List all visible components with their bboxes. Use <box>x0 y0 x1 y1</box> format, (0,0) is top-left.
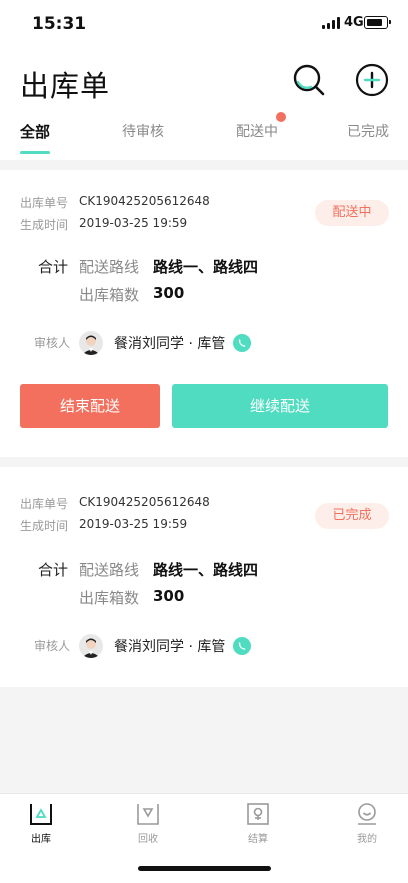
tab-delivering[interactable]: 配送中 <box>236 121 278 141</box>
order-card[interactable]: 出库单号 CK190425205612648 生成时间 2019-03-25 1… <box>0 170 408 457</box>
total-label: 合计 <box>38 561 69 579</box>
created-time: 2019-03-25 19:59 <box>79 517 188 531</box>
phone-icon[interactable] <box>233 334 251 352</box>
tabbar-label: 回收 <box>138 834 158 845</box>
tabbar-label: 出库 <box>31 834 51 845</box>
route-label: 配送路线 <box>79 258 140 276</box>
order-no: CK190425205612648 <box>79 495 210 509</box>
boxes-value: 300 <box>153 587 185 605</box>
order-card[interactable]: 出库单号 CK190425205612648 生成时间 2019-03-25 1… <box>0 467 408 687</box>
tab-completed[interactable]: 已完成 <box>347 121 389 141</box>
search-button[interactable] <box>292 63 326 97</box>
page-title: 出库单 <box>20 69 111 103</box>
order-no-label: 出库单号 <box>20 497 69 511</box>
tabbar-item-outbound[interactable]: 出库 <box>11 802 71 845</box>
order-no-label: 出库单号 <box>20 196 69 210</box>
route-label: 配送路线 <box>79 561 140 579</box>
route-value: 路线一、路线四 <box>153 561 259 579</box>
boxes-label: 出库箱数 <box>79 589 140 607</box>
outbound-icon <box>30 804 52 825</box>
tab-all[interactable]: 全部 <box>20 121 50 142</box>
settlement-icon <box>247 803 269 825</box>
tabbar-item-settlement[interactable]: 结算 <box>228 802 288 845</box>
notification-dot <box>276 112 286 122</box>
phone-icon[interactable] <box>233 637 251 655</box>
end-delivery-button[interactable]: 结束配送 <box>20 384 160 428</box>
created-label: 生成时间 <box>20 519 69 533</box>
created-label: 生成时间 <box>20 218 69 232</box>
status-badge: 配送中 <box>315 200 389 226</box>
active-tab-indicator <box>20 151 50 154</box>
recycle-icon <box>137 804 159 825</box>
add-button[interactable] <box>355 63 389 97</box>
status-time: 15:31 <box>32 14 87 34</box>
route-value: 路线一、路线四 <box>153 258 259 276</box>
tabbar-item-profile[interactable]: 我的 <box>337 802 397 845</box>
boxes-value: 300 <box>153 284 185 302</box>
add-icon <box>355 63 389 97</box>
boxes-label: 出库箱数 <box>79 286 140 304</box>
battery-icon <box>364 16 391 29</box>
avatar <box>79 331 103 355</box>
avatar <box>79 634 103 658</box>
created-time: 2019-03-25 19:59 <box>79 216 188 230</box>
tabbar-label: 我的 <box>357 834 377 845</box>
tab-bar: 全部 待审核 配送中 已完成 <box>0 112 408 158</box>
signal-icon <box>322 17 340 29</box>
status-badge: 已完成 <box>315 503 389 529</box>
auditor-name: 餐消刘同学 · 库管 <box>114 639 226 655</box>
tabbar-item-recycle[interactable]: 回收 <box>118 802 178 845</box>
auditor-name: 餐消刘同学 · 库管 <box>114 336 226 352</box>
continue-delivery-button[interactable]: 继续配送 <box>172 384 388 428</box>
search-icon <box>293 64 325 96</box>
network-label: 4G <box>344 15 364 30</box>
home-indicator <box>138 866 271 871</box>
top-area: 15:31 4G 出库单 全部 待审核 配送中 已完成 <box>0 0 408 160</box>
auditor-label: 审核人 <box>34 639 71 653</box>
auditor-label: 审核人 <box>34 336 71 350</box>
tabbar-label: 结算 <box>248 834 268 845</box>
status-bar: 15:31 4G <box>0 0 408 48</box>
tab-pending-review[interactable]: 待审核 <box>122 121 164 141</box>
profile-icon <box>358 803 376 825</box>
order-no: CK190425205612648 <box>79 194 210 208</box>
total-label: 合计 <box>38 258 69 276</box>
